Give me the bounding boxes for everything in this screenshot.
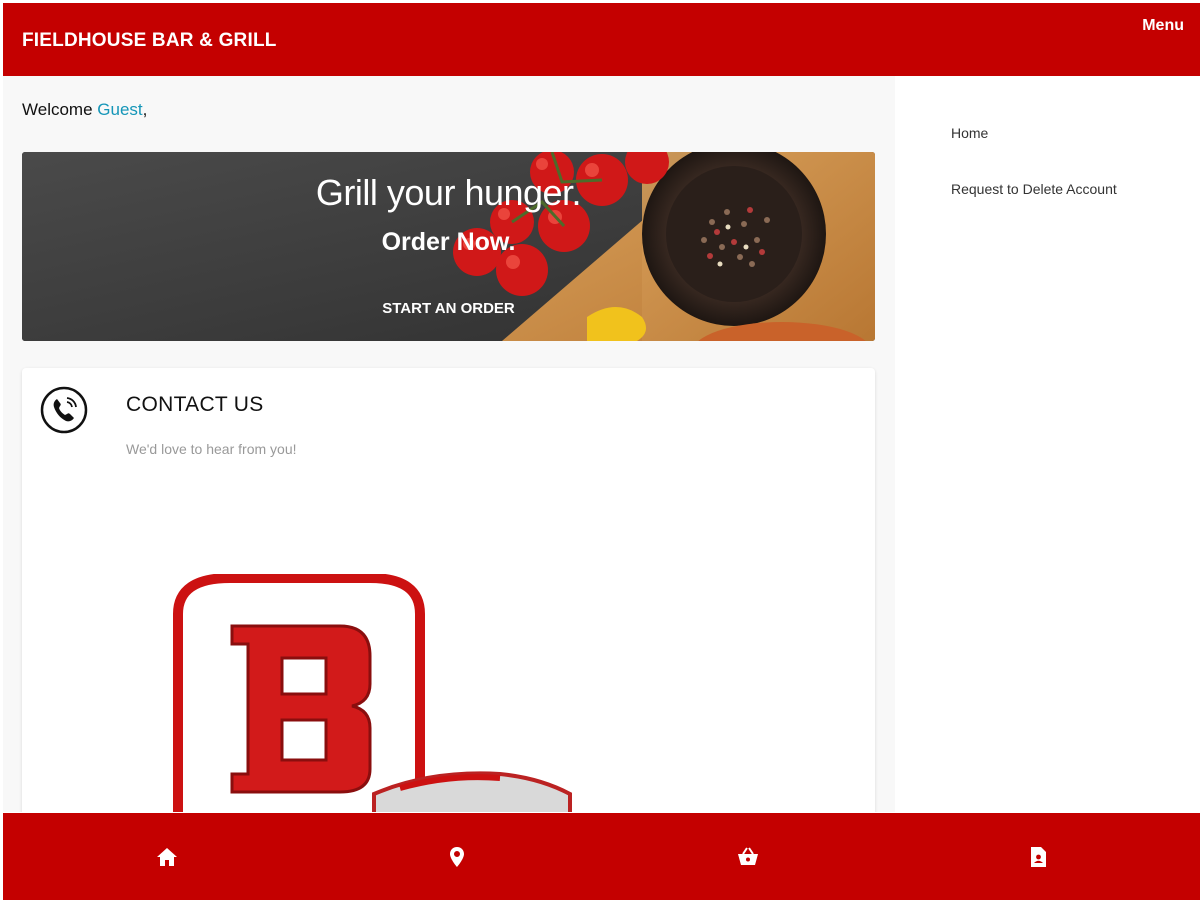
welcome-suffix: , bbox=[142, 100, 148, 119]
welcome-message: Welcome Guest, bbox=[22, 100, 147, 120]
guest-name-link[interactable]: Guest bbox=[97, 100, 142, 119]
top-app-bar: FIELDHOUSE BAR & GRILL Menu bbox=[3, 3, 1200, 76]
side-menu-item-delete-account[interactable]: Request to Delete Account bbox=[951, 181, 1117, 197]
nav-locations-button[interactable] bbox=[441, 841, 473, 873]
welcome-prefix: Welcome bbox=[22, 100, 98, 119]
hero-title: Grill your hunger. bbox=[315, 172, 582, 213]
location-pin-icon bbox=[450, 847, 464, 867]
contact-title: CONTACT US bbox=[126, 393, 264, 416]
nav-home-button[interactable] bbox=[151, 841, 183, 873]
contact-subtitle: We'd love to hear from you! bbox=[126, 441, 297, 457]
side-menu-item-home[interactable]: Home bbox=[951, 125, 988, 141]
nav-order-button[interactable] bbox=[732, 841, 764, 873]
side-menu: Home Request to Delete Account bbox=[895, 76, 1200, 812]
receipt-icon bbox=[1031, 847, 1046, 867]
contact-card[interactable]: CONTACT US We'd love to hear from you! bbox=[22, 368, 875, 812]
basket-icon bbox=[738, 847, 758, 865]
bottom-navigation-bar bbox=[3, 813, 1200, 900]
home-icon bbox=[157, 848, 177, 866]
nav-account-button[interactable] bbox=[1022, 841, 1054, 873]
menu-button[interactable]: Menu bbox=[1142, 17, 1184, 35]
phone-icon bbox=[40, 386, 88, 434]
main-content: Welcome Guest, Grill your hunger. Order … bbox=[3, 76, 895, 812]
restaurant-logo-image bbox=[173, 574, 572, 812]
hero-subtitle: Order Now. bbox=[381, 228, 516, 256]
brand-title[interactable]: FIELDHOUSE BAR & GRILL bbox=[22, 30, 277, 52]
hero-banner[interactable]: Grill your hunger. Order Now. START AN O… bbox=[22, 152, 875, 341]
start-order-button[interactable]: START AN ORDER bbox=[22, 300, 875, 317]
